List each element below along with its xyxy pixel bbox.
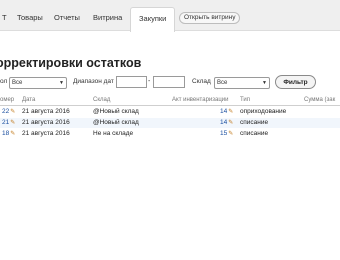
- row-date: 21 августа 2016: [22, 130, 70, 137]
- table-row: 18✎ 21 августа 2016 Не на складе 15✎ спи…: [0, 129, 340, 139]
- row-number-link[interactable]: 21✎: [2, 119, 15, 126]
- date-to-input[interactable]: [153, 76, 185, 88]
- pencil-icon[interactable]: ✎: [10, 120, 15, 126]
- row-type: оприходование: [240, 108, 287, 115]
- row-warehouse: @Новый склад: [93, 108, 139, 115]
- page-title: орректировки остатков: [0, 56, 142, 70]
- warehouse-select[interactable]: Все ▼: [214, 77, 270, 89]
- dropdown-arrow-icon: ▼: [262, 80, 267, 86]
- row-number-link[interactable]: 22✎: [2, 108, 15, 115]
- row-warehouse: Не на складе: [93, 130, 134, 137]
- date-from-input[interactable]: [116, 76, 147, 88]
- column-header-date[interactable]: Дата: [22, 97, 35, 103]
- table-row: 21✎ 21 августа 2016 @Новый склад 14✎ спи…: [0, 118, 340, 128]
- filter-button[interactable]: Фильтр: [275, 75, 316, 89]
- pencil-icon[interactable]: ✎: [228, 109, 233, 115]
- row-inventory-link[interactable]: 14✎: [220, 108, 233, 115]
- nav-item-products[interactable]: Товары: [17, 13, 43, 22]
- row-type: списание: [240, 119, 269, 126]
- open-storefront-button[interactable]: Открыть витрину: [179, 12, 241, 24]
- pencil-icon[interactable]: ✎: [228, 120, 233, 126]
- table-row: 22✎ 21 августа 2016 @Новый склад 14✎ опр…: [0, 107, 340, 117]
- type-select[interactable]: Все ▼: [9, 77, 67, 89]
- nav-item-reports[interactable]: Отчеты: [54, 13, 80, 22]
- top-navigation: Т Товары Отчеты Витрина Закупки Открыть …: [0, 0, 340, 32]
- column-header-warehouse[interactable]: Склад: [93, 97, 110, 103]
- nav-item-storefront[interactable]: Витрина: [93, 13, 122, 22]
- row-number-link[interactable]: 18✎: [2, 130, 15, 137]
- warehouse-filter-label: Склад: [192, 78, 211, 85]
- row-inventory-link[interactable]: 15✎: [220, 130, 233, 137]
- nav-item-truncated[interactable]: Т: [2, 13, 7, 22]
- row-date: 21 августа 2016: [22, 119, 70, 126]
- date-separator: -: [148, 78, 151, 85]
- dropdown-arrow-icon: ▼: [59, 80, 64, 86]
- type-select-value: Все: [12, 80, 23, 86]
- row-date: 21 августа 2016: [22, 108, 70, 115]
- nav-item-purchases[interactable]: Закупки: [130, 7, 176, 32]
- warehouse-select-value: Все: [217, 80, 228, 86]
- column-header-type[interactable]: Тип: [240, 97, 250, 103]
- column-header-inventory-act[interactable]: Акт инвентаризации: [172, 97, 228, 103]
- row-type: списание: [240, 130, 269, 137]
- pencil-icon[interactable]: ✎: [10, 109, 15, 115]
- type-filter-label: ол: [0, 78, 8, 85]
- table-header: омер Дата Склад Акт инвентаризации Тип С…: [0, 96, 340, 106]
- date-range-label: Диапазон дат: [73, 78, 114, 85]
- pencil-icon[interactable]: ✎: [10, 131, 15, 137]
- column-header-sum[interactable]: Сумма (зак: [304, 97, 335, 103]
- row-warehouse: @Новый склад: [93, 119, 139, 126]
- column-header-number[interactable]: омер: [0, 97, 14, 103]
- pencil-icon[interactable]: ✎: [228, 131, 233, 137]
- row-inventory-link[interactable]: 14✎: [220, 119, 233, 126]
